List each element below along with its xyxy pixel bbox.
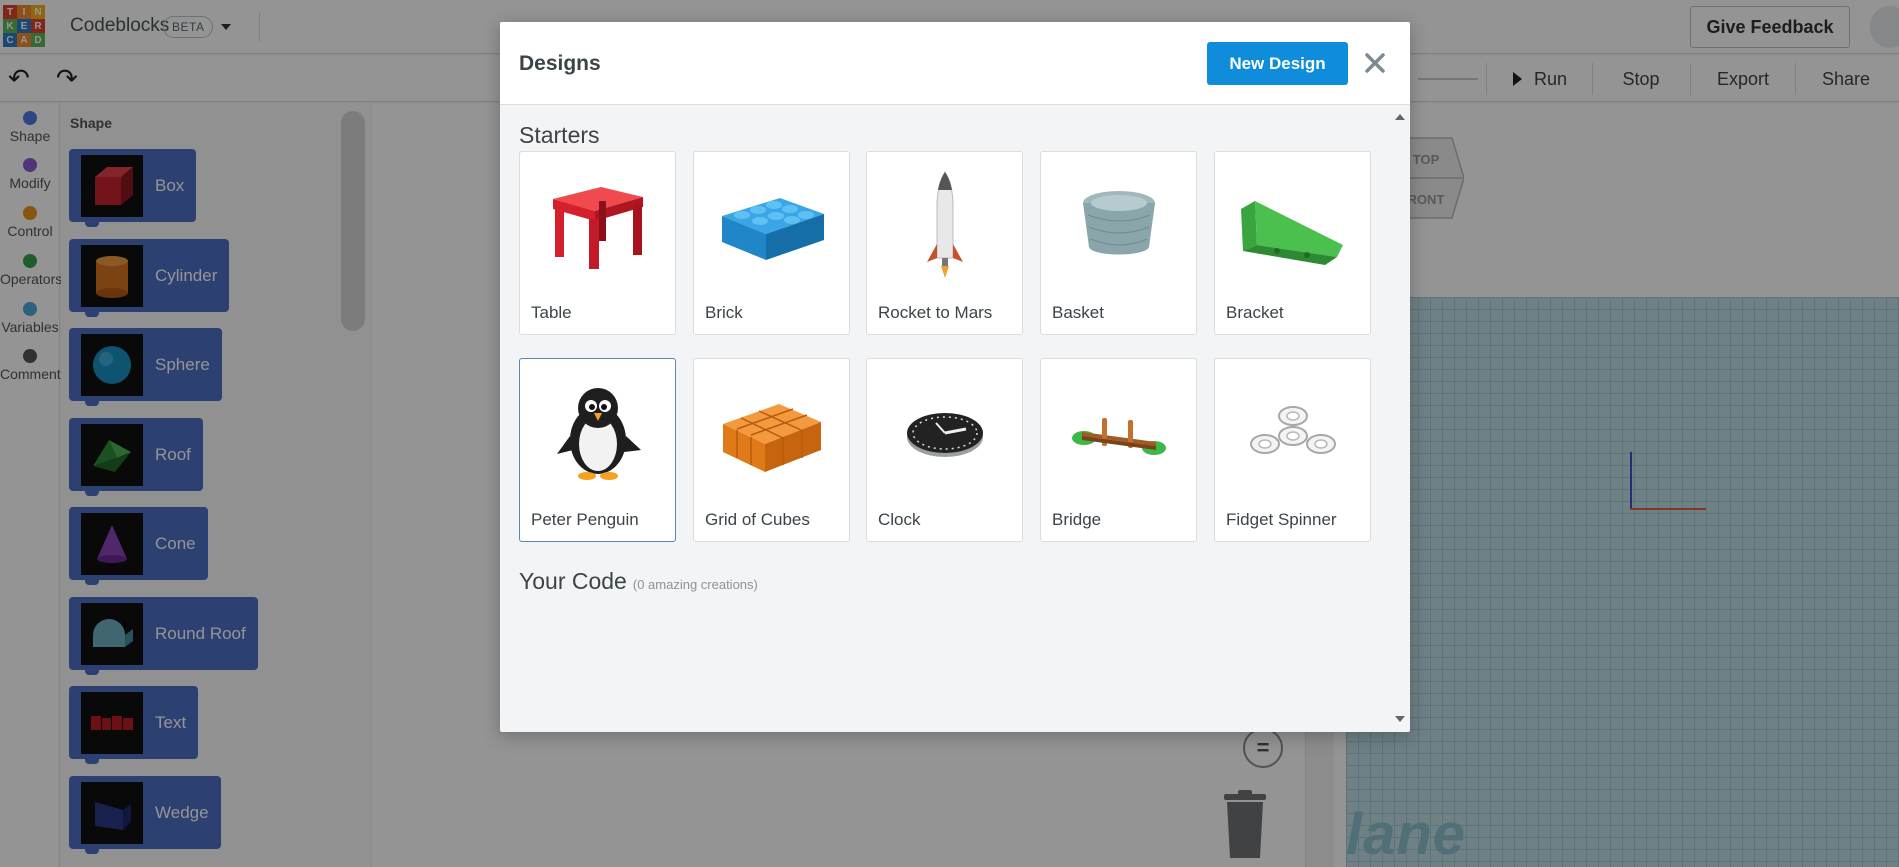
starter-card-penguin[interactable]: Peter Penguin (519, 358, 676, 542)
starter-card-table[interactable]: Table (519, 151, 676, 335)
basket-icon (1049, 162, 1189, 290)
modal-title: Designs (519, 52, 601, 75)
new-design-button[interactable]: New Design (1207, 42, 1348, 85)
starter-card-bridge[interactable]: Bridge (1040, 358, 1197, 542)
clock-icon (875, 369, 1015, 497)
starter-label: Bridge (1052, 510, 1102, 529)
designs-modal: Designs New Design Starters Table Brick … (500, 22, 1410, 732)
starter-card-clock[interactable]: Clock (866, 358, 1023, 542)
bracket-icon (1223, 162, 1363, 290)
modal-header: Designs New Design (500, 22, 1410, 105)
table-icon (528, 162, 668, 290)
starter-label: Grid of Cubes (705, 510, 810, 529)
starter-label: Basket (1052, 303, 1104, 322)
close-icon[interactable] (1362, 50, 1388, 76)
starter-card-grid-of-cubes[interactable]: Grid of Cubes (693, 358, 850, 542)
starter-card-basket[interactable]: Basket (1040, 151, 1197, 335)
bridge-icon (1049, 369, 1189, 497)
starter-label: Bracket (1226, 303, 1284, 322)
starter-card-fidget-spinner[interactable]: Fidget Spinner (1214, 358, 1371, 542)
starter-label: Fidget Spinner (1226, 510, 1337, 529)
your-code-heading: Your Code (0 amazing creations) (519, 568, 758, 595)
scroll-up-icon[interactable] (1395, 114, 1405, 120)
scroll-down-icon[interactable] (1395, 716, 1405, 722)
brick-icon (702, 162, 842, 290)
starter-label: Peter Penguin (531, 510, 639, 529)
starter-card-rocket[interactable]: Rocket to Mars (866, 151, 1023, 335)
starter-card-bracket[interactable]: Bracket (1214, 151, 1371, 335)
starters-heading: Starters (519, 122, 600, 148)
rocket-icon (875, 162, 1015, 290)
starter-label: Clock (878, 510, 921, 529)
starter-label: Table (531, 303, 572, 322)
your-code-count: (0 amazing creations) (632, 577, 758, 592)
starter-card-brick[interactable]: Brick (693, 151, 850, 335)
grid-cubes-icon (702, 369, 842, 497)
starter-label: Rocket to Mars (878, 303, 993, 322)
fidget-spinner-icon (1223, 369, 1363, 497)
your-code-title: Your Code (519, 568, 627, 594)
penguin-icon (528, 369, 668, 497)
starter-label: Brick (705, 303, 743, 322)
